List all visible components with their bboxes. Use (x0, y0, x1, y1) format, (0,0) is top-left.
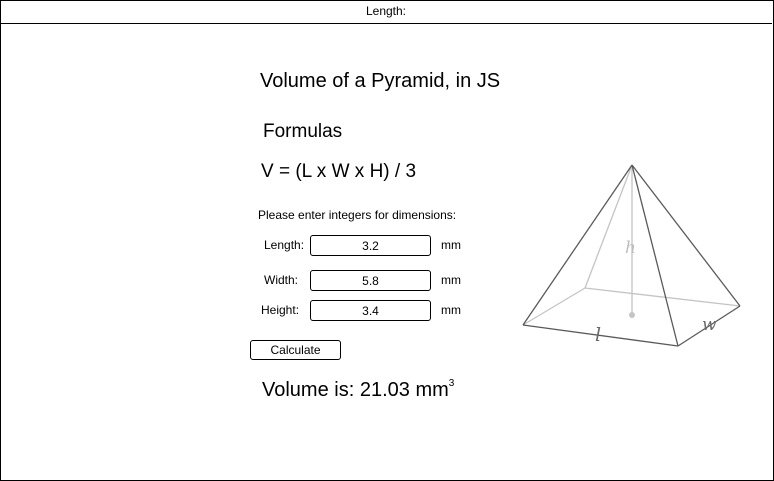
calculate-button[interactable]: Calculate (250, 340, 341, 360)
result-value: 21.03 (359, 379, 410, 401)
width-symbol: w (702, 315, 717, 335)
length-input[interactable] (310, 235, 431, 256)
top-bar: Length: (0, 0, 772, 24)
instructions-text: Please enter integers for dimensions: (258, 208, 457, 222)
result-exponent: 3 (448, 378, 455, 389)
result-prefix: Volume is: (262, 379, 360, 401)
result-unit: mm (409, 379, 449, 401)
length-symbol: l (595, 324, 601, 346)
length-label: Length: (264, 238, 305, 252)
width-unit: mm (441, 273, 461, 287)
top-bar-label: Length: (365, 4, 407, 18)
length-unit: mm (441, 238, 461, 252)
page-title: Volume of a Pyramid, in JS (260, 70, 501, 92)
volume-result: Volume is: 21.03 mm3 (262, 378, 454, 402)
pyramid-diagram: h l w (522, 164, 741, 347)
height-label: Height: (261, 303, 300, 317)
volume-formula: V = (L x W x H) / 3 (261, 161, 417, 182)
height-input[interactable] (310, 300, 431, 321)
width-label: Width: (264, 273, 299, 287)
formulas-heading: Formulas (263, 121, 343, 142)
width-input[interactable] (310, 270, 431, 291)
apex-foot-point (629, 312, 635, 318)
height-symbol: h (625, 238, 636, 258)
height-unit: mm (441, 303, 461, 317)
